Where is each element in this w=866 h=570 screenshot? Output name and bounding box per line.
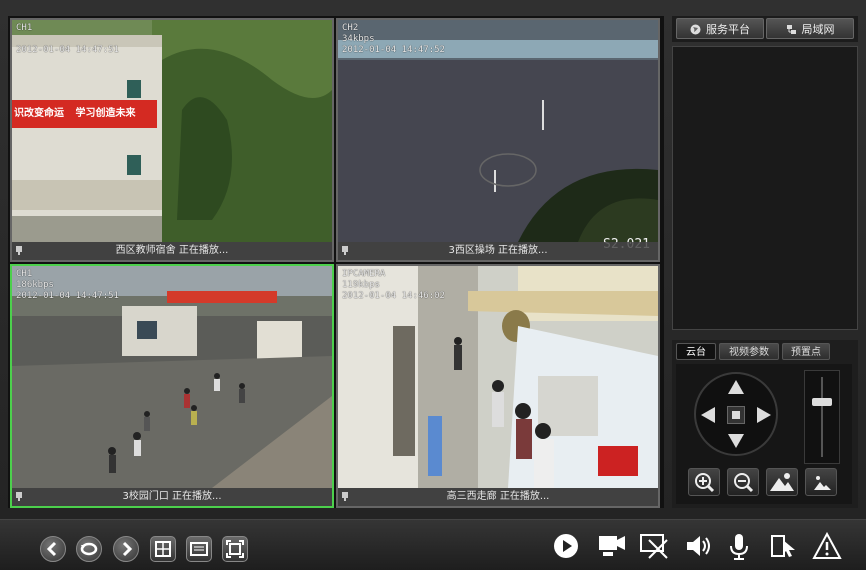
tab-lan[interactable]: 局域网 <box>766 18 854 39</box>
tab-service-platform[interactable]: 服务平台 <box>676 18 764 39</box>
prev-icon <box>46 541 57 557</box>
loop-button[interactable] <box>76 536 102 562</box>
osd-title: CH1 <box>16 269 33 279</box>
osd-overlay: CH2 34kbps 2012-01-04 14:47:52 <box>342 23 445 56</box>
arrow-up-icon[interactable] <box>728 380 744 394</box>
arrow-left-icon[interactable] <box>701 407 715 423</box>
video-tile-3[interactable]: CH1 186kbps 2012-01-04 14:47:51 3校园门口 正在… <box>10 264 334 508</box>
alarm-icon[interactable] <box>812 532 842 560</box>
focus-far-button[interactable] <box>805 468 837 496</box>
osd-overlay: CH1 2012-01-04 14:47:51 <box>16 23 119 56</box>
right-panel-tabs: 服务平台 局域网 <box>672 16 858 42</box>
caption-text: 3校园门口 正在播放... <box>122 491 222 502</box>
next-button[interactable] <box>113 536 139 562</box>
prev-button[interactable] <box>40 536 66 562</box>
stop-icon[interactable] <box>727 406 745 424</box>
osd-title: IPCAMERA <box>342 269 386 279</box>
video-caption: 高三西走廊 正在播放... <box>338 488 658 506</box>
bottom-toolbar <box>0 519 866 570</box>
focus-near-button[interactable] <box>766 468 798 496</box>
banner-sign: 识改变命运 学习创造未来 <box>12 100 157 128</box>
video-caption: 3校园门口 正在播放... <box>12 488 332 506</box>
video-caption: 3西区操场 正在播放... <box>338 242 658 260</box>
arrow-down-icon[interactable] <box>728 434 744 448</box>
layout-icon <box>155 541 171 557</box>
zoom-in-icon <box>695 473 715 493</box>
tab-label: 局域网 <box>801 23 835 36</box>
microphone-icon[interactable] <box>726 532 752 562</box>
tab-label: 服务平台 <box>706 23 750 36</box>
osd-time: 2012-01-04 14:47:52 <box>342 45 445 55</box>
caption-text: 3西区操场 正在播放... <box>448 245 548 256</box>
zoom-out-button[interactable] <box>727 468 759 496</box>
osd-overlay: IPCAMERA 119kbps 2012-01-04 14:46:02 <box>342 269 445 302</box>
caption-text: 高三西走廊 正在播放... <box>446 491 550 502</box>
speed-slider[interactable] <box>804 370 840 464</box>
layout-button[interactable] <box>150 536 176 562</box>
fullscreen-button[interactable] <box>222 536 248 562</box>
camera-icon <box>16 246 22 255</box>
osd-time: 2012-01-04 14:47:51 <box>16 45 119 55</box>
record-icon[interactable] <box>597 532 627 560</box>
osd-rate: 119kbps <box>342 280 380 290</box>
zoom-in-button[interactable] <box>688 468 720 496</box>
volume-icon[interactable] <box>684 532 714 560</box>
banner-right-text: 学习创造未来 <box>75 108 136 119</box>
fullscreen-icon <box>226 540 244 558</box>
video-monitor-app: see1000 see1000 see1000 see1000 识改变命运 <box>0 0 866 570</box>
zoom-out-icon <box>734 473 754 493</box>
camera-icon <box>16 492 22 501</box>
loop-icon <box>80 542 98 556</box>
video-caption: 西区教师宿舍 正在播放... <box>12 242 332 260</box>
osd-overlay: CH1 186kbps 2012-01-04 14:47:51 <box>16 269 119 302</box>
landscape-small-icon <box>814 476 831 490</box>
osd-time: 2012-01-04 14:47:51 <box>16 291 119 301</box>
video-grid: 识改变命运 学习创造未来 CH1 2012-01-04 14:47:51 西区教… <box>8 16 664 508</box>
play-icon[interactable] <box>552 532 580 560</box>
globe-icon <box>690 24 701 35</box>
screen-button[interactable] <box>186 536 212 562</box>
direction-pad <box>694 372 778 456</box>
osd-rate: 186kbps <box>16 280 54 290</box>
ptz-panel: 云台 视频参数 预置点 <box>672 340 858 508</box>
osd-rate: 34kbps <box>342 34 375 44</box>
exit-icon[interactable] <box>769 532 799 560</box>
osd-time: 2012-01-04 14:46:02 <box>342 291 445 301</box>
osd-title: CH1 <box>16 23 33 33</box>
next-icon <box>122 541 133 557</box>
ptz-controls <box>676 364 852 504</box>
screen-icon <box>190 542 208 556</box>
banner-left-text: 识改变命运 <box>14 108 64 119</box>
camera-icon <box>342 492 348 501</box>
tab-ptz[interactable]: 云台 <box>676 343 716 360</box>
device-list-panel[interactable] <box>672 46 858 330</box>
caption-text: 西区教师宿舍 正在播放... <box>115 245 229 256</box>
video-tile-1[interactable]: 识改变命运 学习创造未来 CH1 2012-01-04 14:47:51 西区教… <box>10 18 334 262</box>
landscape-icon <box>770 473 794 491</box>
video-tile-4[interactable]: IPCAMERA 119kbps 2012-01-04 14:46:02 高三西… <box>336 264 660 508</box>
osd-title: CH2 <box>342 23 359 33</box>
tab-video-params[interactable]: 视频参数 <box>719 343 779 360</box>
network-icon <box>786 25 796 34</box>
slider-handle[interactable] <box>812 398 832 406</box>
camera-icon <box>342 246 348 255</box>
tab-presets[interactable]: 预置点 <box>782 343 830 360</box>
snapshot-icon[interactable] <box>639 532 669 560</box>
video-tile-2[interactable]: CH2 34kbps 2012-01-04 14:47:52 S2.021 3西… <box>336 18 660 262</box>
arrow-right-icon[interactable] <box>757 407 771 423</box>
